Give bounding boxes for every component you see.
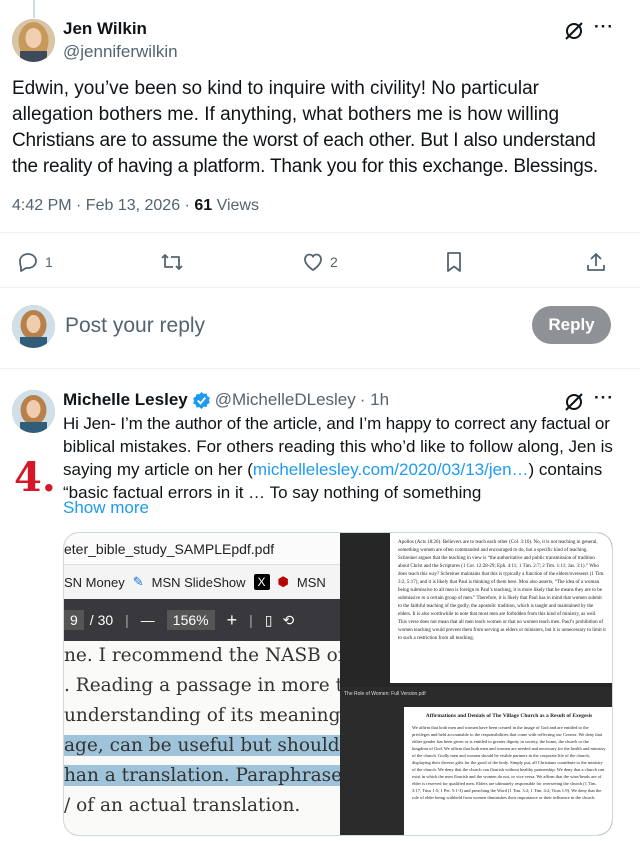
reply-text-line: biblical mistakes. For others reading th… [63,437,613,456]
avatar[interactable] [12,390,55,433]
rotate-icon: ⟲ [282,611,295,628]
reply-button[interactable]: Reply [532,306,611,344]
tweet-timestamp[interactable]: 4:42 PM · Feb 13, 2026 · [12,197,194,214]
pdf-text-line: understanding of its meaning. [64,705,340,726]
author-handle[interactable]: @MichelleDLesley [215,390,356,410]
reply-icon [19,253,37,272]
tweet-text-line: Christians are to assume the worst of ea… [12,130,596,151]
bookmark-icon [447,252,461,272]
current-user-avatar[interactable] [12,305,55,348]
reply-header: Michelle Lesley @MichelleDLesley · 1h [63,390,389,410]
bookmark-item: SN Money [64,574,125,590]
msn-icon: ✎ [132,574,144,589]
document-body: We affirm that both men and women have b… [412,725,606,800]
repost-icon [161,254,183,270]
bookmark-action[interactable] [444,251,464,273]
reply-text-line: saying my article on her (michellelesley… [63,458,628,481]
document-heading: Affirmations and Denials of The Village … [425,713,593,719]
reply-count: 1 [45,254,53,270]
reply-text-line: Hi Jen- I’m the author of the article, a… [63,414,610,433]
pdf-text-line: age, can be useful but should b [64,735,340,756]
grok-icon[interactable] [563,20,585,42]
page-total: / 30 [89,612,114,628]
share-icon [587,253,605,271]
pdf-page: ne. I recommend the NASB or . . Reading … [64,641,340,835]
more-options-icon[interactable]: ··· [594,17,614,37]
heart-icon [304,253,322,272]
author-name[interactable]: Jen Wilkin [63,19,147,39]
bookmark-item: MSN SlideShow [151,574,246,590]
zoom-in-icon: + [226,609,238,630]
reply-input[interactable]: Post your reply [65,314,205,338]
tweet-text: Edwin, you’ve been so kind to inquire wi… [12,76,632,180]
reply-action[interactable]: 1 [17,251,53,273]
divider [0,287,640,288]
verified-badge-icon [192,391,210,409]
pdf-text-line: han a translation. Paraphrases [64,765,340,786]
zoom-out-icon: — [140,612,155,628]
divider [0,232,640,233]
separator: | [125,612,129,628]
thread-line [33,0,35,18]
document-page: Affirmations and Denials of The Village … [404,707,612,835]
pdf-viewer-screenshot: eter_bible_study_SAMPLEpdf.pdf SN Money … [64,533,340,835]
grok-icon[interactable] [563,391,585,413]
author-name[interactable]: Michelle Lesley [63,390,188,410]
shield-icon: ⬢ [277,574,289,589]
repost-action[interactable] [160,251,184,273]
tweet-metadata: 4:42 PM · Feb 13, 2026 · 61 Views [12,197,259,215]
reply-text-segment: saying my article on her ( [63,460,253,479]
bookmarks-bar: SN Money ✎ MSN SlideShow X ⬢ MSN [64,565,340,599]
bookmark-item: MSN [296,574,326,590]
attached-image[interactable]: eter_bible_study_SAMPLEpdf.pdf SN Money … [63,532,613,836]
page-indicator: 9 [64,610,84,630]
views-count[interactable]: 61 [194,197,212,214]
reply-text: Hi Jen- I’m the author of the article, a… [63,412,628,504]
zoom-level: 156% [166,610,215,630]
document-page: Apollos (Acts 18:26). Believers are to t… [390,533,612,683]
author-handle[interactable]: @jenniferwilkin [63,42,178,62]
fit-page-icon: ▯ [264,611,273,628]
more-options-icon[interactable]: ··· [594,388,614,408]
highlighted-text: han a translation. Paraphrases [64,765,340,786]
pdf-text-line: ne. I recommend the NASB or . [64,645,340,666]
document-page-screenshot: Apollos (Acts 18:26). Believers are to t… [340,533,612,687]
tweet-text-line: the reality of having a platform. Thank … [12,156,598,177]
share-action[interactable] [585,251,607,273]
like-count: 2 [330,254,338,270]
document-page-screenshot: The Role of Women: Full Version.pdf Affi… [340,687,612,835]
post-age[interactable]: · 1h [360,390,389,410]
show-more-link[interactable]: Show more [63,498,149,518]
article-link[interactable]: michellelesley.com/2020/03/13/jen… [253,460,529,479]
annotation-number: 4. [14,454,56,501]
reply-text-segment: ) contains [528,460,603,479]
views-label: Views [212,197,259,214]
like-action[interactable]: 2 [302,251,338,273]
tweet-text-line: Edwin, you’ve been so kind to inquire wi… [12,78,539,99]
pdf-toolbar: 9 / 30 | — 156% + | ▯ ⟲ [64,599,340,641]
divider [0,368,640,369]
pdf-text-line: . Reading a passage in more th [64,675,340,696]
pdf-filename: eter_bible_study_SAMPLEpdf.pdf [64,533,340,565]
document-tab-title: The Role of Women: Full Version.pdf [344,691,426,697]
tweet-text-line: allegation bothers me. If anything, what… [12,104,560,125]
avatar[interactable] [12,19,55,62]
pdf-text-line: / of an actual translation. [64,795,301,816]
x-icon: X [253,574,270,590]
avatar-image [12,19,55,62]
separator: | [249,612,253,628]
